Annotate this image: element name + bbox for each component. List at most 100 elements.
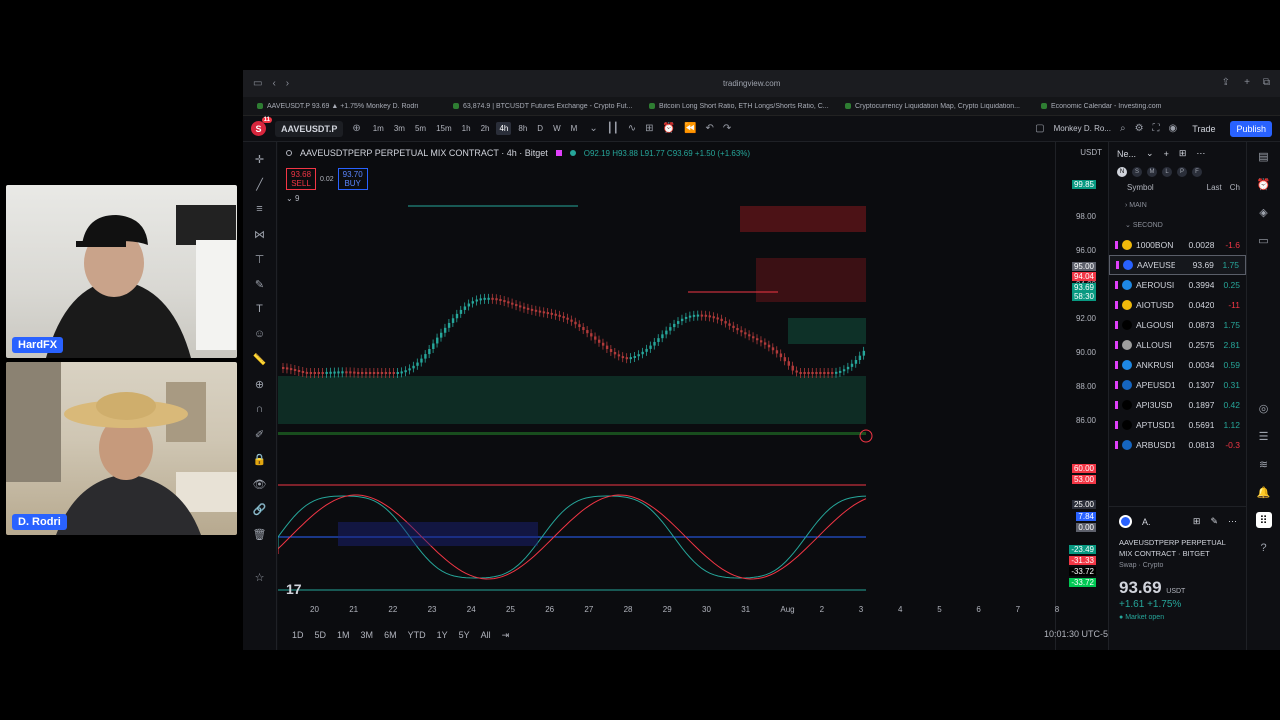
flag-filter[interactable]: S [1132, 167, 1142, 177]
brush-icon[interactable]: ✎ [251, 275, 269, 293]
candle-type-icon[interactable]: ┃┃ [607, 123, 619, 134]
section-second[interactable]: ⌄ SECOND [1109, 215, 1246, 235]
buy-button[interactable]: 93.70 BUY [337, 168, 368, 190]
clock[interactable]: 10:01:30 UTC-5 [1044, 629, 1108, 639]
symbol-search[interactable]: AAVEUSDT.P [275, 120, 344, 137]
range-ytd[interactable]: YTD [408, 630, 426, 640]
forward-icon[interactable]: › [286, 78, 289, 89]
add-symbol-icon[interactable]: + [1164, 149, 1169, 159]
pattern-icon[interactable]: ⋈ [251, 225, 269, 243]
flag-filter[interactable]: P [1177, 167, 1187, 177]
alert-icon[interactable]: ⏰ [663, 123, 675, 134]
trade-button[interactable]: Trade [1186, 121, 1221, 137]
emoji-icon[interactable]: ☺ [251, 325, 269, 343]
watchlist-row[interactable]: APTUSD1 0.5691 1.12 [1109, 415, 1246, 435]
price-axis[interactable]: USDT 98.0096.0094.0092.0090.0088.0086.00… [1055, 142, 1108, 650]
watchlist-row[interactable]: ANKRUSI 0.0034 0.59 [1109, 355, 1246, 375]
crosshair-icon[interactable]: ✛ [251, 150, 269, 168]
lock-icon[interactable]: 🔒 [251, 450, 269, 468]
watchlist-title[interactable]: Ne... [1117, 149, 1136, 159]
browser-tab[interactable]: 63,874.9 | BTCUSDT Futures Exchange - Cr… [453, 103, 643, 110]
camera-icon[interactable]: ◉ [1169, 123, 1178, 134]
share-icon[interactable]: ⇪ [1222, 77, 1230, 88]
flag-filter[interactable]: N [1117, 167, 1127, 177]
compare-plus-icon[interactable]: ⊕ [352, 123, 360, 134]
timeframe-1h[interactable]: 1h [459, 122, 474, 135]
range-5d[interactable]: 5D [315, 630, 327, 640]
timeframe-15m[interactable]: 15m [433, 122, 455, 135]
column-change[interactable]: Ch [1230, 183, 1240, 192]
broadcast-icon[interactable]: ≋ [1256, 456, 1272, 472]
user-avatar[interactable]: S 11 [251, 117, 272, 136]
currency-selector[interactable]: USDT [1080, 148, 1102, 157]
replay-icon[interactable]: ⏪ [684, 123, 696, 134]
watchlist-row[interactable]: AIOTUSD 0.0420 -11 [1109, 295, 1246, 315]
fib-icon[interactable]: ≡ [251, 200, 269, 218]
layout-grid-icon[interactable]: ⊞ [1179, 148, 1187, 159]
indicators-icon[interactable]: ∿ [628, 123, 636, 134]
timeframe-W[interactable]: W [550, 122, 564, 135]
chat-icon[interactable]: ▭ [1256, 232, 1272, 248]
chart-title[interactable]: AAVEUSDTPERP PERPETUAL MIX CONTRACT · 4h… [300, 148, 548, 158]
watchlist-row[interactable]: ALGOUSI 0.0873 1.75 [1109, 315, 1246, 335]
chart-pane[interactable]: 17 AAVEUSDTPERP PERPETUAL MIX CONTRACT ·… [278, 142, 1108, 650]
watchlist-row[interactable]: APEUSD1 0.1307 0.31 [1109, 375, 1246, 395]
ruler-icon[interactable]: 📏 [251, 350, 269, 368]
range-1y[interactable]: 1Y [437, 630, 448, 640]
link-icon[interactable]: 🔗 [251, 500, 269, 518]
column-symbol[interactable]: Symbol [1127, 183, 1199, 192]
layout-grid-icon[interactable]: ⊞ [1193, 516, 1201, 527]
publish-button[interactable]: Publish [1230, 120, 1272, 137]
timeframe-D[interactable]: D [534, 122, 546, 135]
timeframe-5m[interactable]: 5m [412, 122, 429, 135]
sell-button[interactable]: 93.68 SELL [286, 168, 317, 190]
magnet-icon[interactable]: ∩ [251, 400, 269, 418]
target-icon[interactable]: ◎ [1256, 400, 1272, 416]
range-3m[interactable]: 3M [361, 630, 374, 640]
range-5y[interactable]: 5Y [459, 630, 470, 640]
trend-line-icon[interactable]: ╱ [251, 175, 269, 193]
forecast-icon[interactable]: ⊤ [251, 250, 269, 268]
watchlist-icon[interactable]: ▤ [1256, 148, 1272, 164]
templates-icon[interactable]: ⊞ [645, 123, 653, 134]
edit-icon[interactable]: ✎ [1210, 516, 1218, 527]
trash-icon[interactable]: 🗑 [251, 525, 269, 543]
date-range-icon[interactable]: ⇥ [502, 630, 510, 641]
undo-icon[interactable]: ↶ [705, 123, 713, 134]
watchlist-row[interactable]: AAVEUSE 93.69 1.75 [1109, 255, 1246, 275]
new-tab-icon[interactable]: + [1244, 77, 1250, 88]
chevron-down-icon[interactable]: ⌄ [589, 123, 597, 134]
layers-icon[interactable]: ◈ [1256, 204, 1272, 220]
timeframe-2h[interactable]: 2h [478, 122, 493, 135]
browser-tab[interactable]: Cryptocurrency Liquidation Map, Crypto L… [845, 103, 1035, 110]
watchlist-row[interactable]: 1000BON 0.0028 -1.6 [1109, 235, 1246, 255]
bell-icon[interactable]: 🔔 [1256, 484, 1272, 500]
apps-grid-icon[interactable]: ⠿ [1255, 512, 1272, 528]
alarm-clock-icon[interactable]: ⏰ [1256, 176, 1272, 192]
more-icon[interactable]: ⋯ [1196, 148, 1205, 159]
flag-filter[interactable]: F [1192, 167, 1202, 177]
tab-overview-icon[interactable]: ⧉ [1263, 77, 1270, 88]
chevron-down-icon[interactable]: ⌄ [1146, 148, 1154, 159]
layout-icon[interactable]: ▢ [1035, 123, 1044, 134]
indicator-toggle[interactable]: ⌄ 9 [286, 194, 299, 203]
redo-icon[interactable]: ↷ [723, 123, 731, 134]
browser-tab[interactable]: Bitcoin Long Short Ratio, ETH Longs/Shor… [649, 103, 839, 110]
settings-icon[interactable]: ⚙ [1135, 123, 1144, 134]
sidebar-toggle-icon[interactable]: ▭ [253, 78, 262, 89]
range-1m[interactable]: 1M [337, 630, 350, 640]
zoom-in-icon[interactable]: ⊕ [251, 375, 269, 393]
timeframe-M[interactable]: M [568, 122, 581, 135]
watchlist-row[interactable]: API3USD 0.1897 0.42 [1109, 395, 1246, 415]
address-bar[interactable]: tradingview.com [723, 79, 780, 88]
watchlist-row[interactable]: AEROUSI 0.3994 0.25 [1109, 275, 1246, 295]
range-all[interactable]: All [481, 630, 491, 640]
timeframe-1m[interactable]: 1m [370, 122, 387, 135]
range-1d[interactable]: 1D [292, 630, 304, 640]
pencil-lock-icon[interactable]: ✐ [251, 425, 269, 443]
time-axis[interactable]: 20 21 22 23 24 25 26 27 28 29 30 31 Aug 2 3 4 5 6 7 8 [278, 602, 1059, 618]
watchlist-row[interactable]: ARBUSD1 0.0813 -0.3 [1109, 435, 1246, 455]
browser-tab[interactable]: AAVEUSDT.P 93.69 ▲ +1.75% Monkey D. Rodr… [257, 103, 447, 110]
watchlist-row[interactable]: ALLOUSI 0.2575 2.81 [1109, 335, 1246, 355]
chart-canvas[interactable]: 17 [278, 142, 1055, 602]
